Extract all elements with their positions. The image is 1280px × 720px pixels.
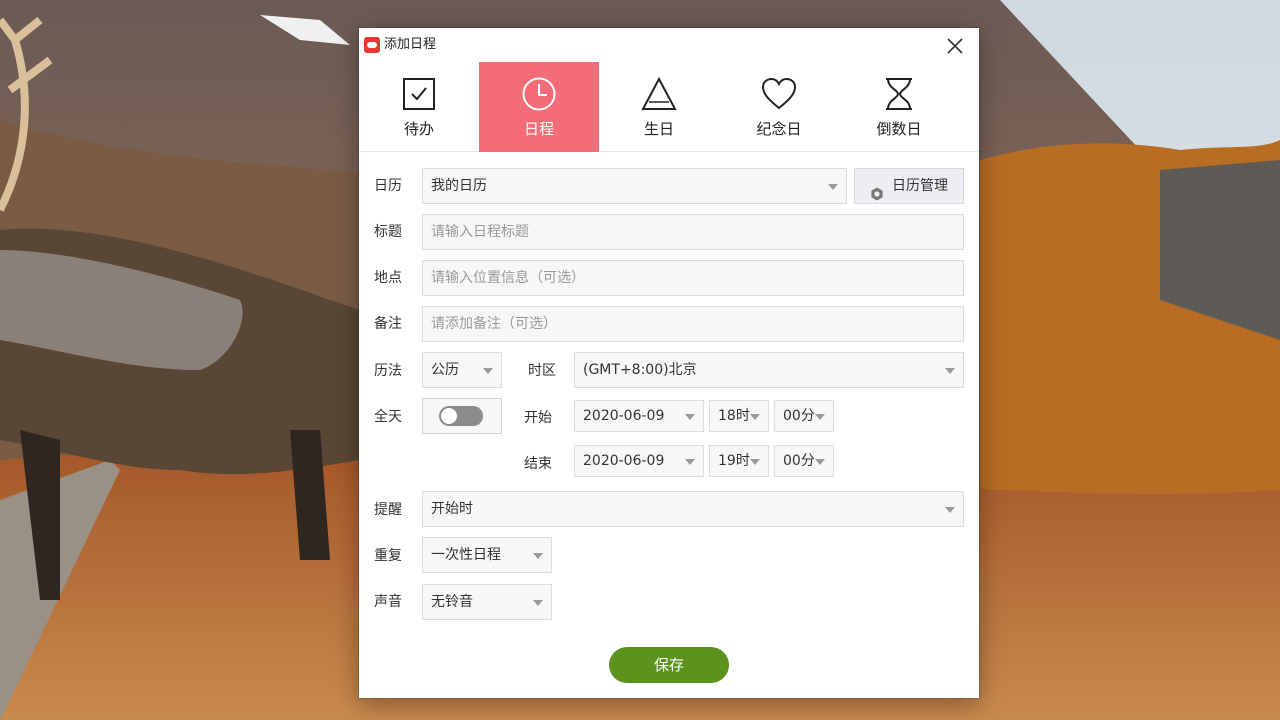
checkbox-icon (401, 76, 437, 112)
title-placeholder: 请输入日程标题 (429, 215, 963, 249)
sound-value: 无铃音 (429, 585, 551, 619)
triangle-icon (641, 76, 677, 112)
clock-icon (521, 76, 557, 112)
tab-todo[interactable]: 待办 (359, 62, 479, 152)
event-type-tabs: 待办 日程 生日 (359, 62, 979, 152)
gear-icon (870, 180, 884, 194)
end-minute-select[interactable]: 00分 (774, 445, 834, 477)
tab-birthday[interactable]: 生日 (599, 62, 719, 152)
end-minute-value: 00分 (781, 446, 833, 476)
calendar-label: 日历 (374, 176, 402, 196)
timezone-label: 时区 (528, 361, 556, 381)
tab-label: 倒数日 (839, 118, 959, 139)
save-button[interactable]: 保存 (609, 647, 729, 683)
sound-select[interactable]: 无铃音 (422, 584, 552, 620)
end-date-select[interactable]: 2020-06-09 (574, 445, 704, 477)
tab-label: 日程 (479, 118, 599, 139)
tab-label: 纪念日 (719, 118, 839, 139)
start-date-select[interactable]: 2020-06-09 (574, 400, 704, 432)
close-icon[interactable] (943, 35, 967, 57)
sound-label: 声音 (374, 592, 402, 612)
app-logo-icon (364, 37, 380, 53)
location-input[interactable]: 请输入位置信息（可选） (422, 260, 964, 296)
start-date-value: 2020-06-09 (581, 401, 703, 431)
note-label: 备注 (374, 314, 402, 334)
note-input[interactable]: 请添加备注（可选） (422, 306, 964, 342)
hourglass-icon (881, 76, 917, 112)
location-label: 地点 (374, 268, 402, 288)
location-placeholder: 请输入位置信息（可选） (429, 261, 963, 295)
reminder-label: 提醒 (374, 500, 402, 520)
timezone-select[interactable]: (GMT+8:00)北京 (574, 352, 964, 388)
title-label: 标题 (374, 222, 402, 242)
timezone-value: (GMT+8:00)北京 (581, 353, 963, 387)
repeat-select[interactable]: 一次性日程 (422, 537, 552, 573)
tab-label: 待办 (359, 118, 479, 139)
tab-anniversary[interactable]: 纪念日 (719, 62, 839, 152)
start-label: 开始 (524, 408, 552, 428)
end-hour-select[interactable]: 19时 (709, 445, 769, 477)
end-hour-value: 19时 (716, 446, 768, 476)
title-bar: 添加日程 (359, 28, 979, 62)
toggle-knob (441, 408, 457, 424)
reminder-select[interactable]: 开始时 (422, 491, 964, 527)
end-label: 结束 (524, 454, 552, 474)
all-day-label: 全天 (374, 407, 402, 427)
tab-label: 生日 (599, 118, 719, 139)
tab-schedule[interactable]: 日程 (479, 62, 599, 152)
toggle-track (439, 406, 483, 426)
calendar-select[interactable]: 我的日历 (422, 168, 847, 204)
calendar-manage-label: 日历管理 (892, 169, 948, 203)
calendar-type-label: 历法 (374, 361, 402, 381)
start-minute-select[interactable]: 00分 (774, 400, 834, 432)
add-schedule-dialog: 添加日程 待办 日程 (359, 28, 979, 698)
calendar-type-select[interactable]: 公历 (422, 352, 502, 388)
calendar-manage-button[interactable]: 日历管理 (854, 168, 964, 204)
heart-icon (761, 76, 797, 112)
calendar-type-value: 公历 (429, 353, 501, 387)
start-hour-value: 18时 (716, 401, 768, 431)
reminder-value: 开始时 (429, 492, 963, 526)
all-day-toggle[interactable] (422, 398, 502, 434)
note-placeholder: 请添加备注（可选） (429, 307, 963, 341)
title-input[interactable]: 请输入日程标题 (422, 214, 964, 250)
start-hour-select[interactable]: 18时 (709, 400, 769, 432)
start-minute-value: 00分 (781, 401, 833, 431)
tab-countdown[interactable]: 倒数日 (839, 62, 959, 152)
end-date-value: 2020-06-09 (581, 446, 703, 476)
repeat-value: 一次性日程 (429, 538, 551, 572)
calendar-value: 我的日历 (429, 169, 846, 203)
repeat-label: 重复 (374, 546, 402, 566)
dialog-title: 添加日程 (384, 37, 436, 53)
